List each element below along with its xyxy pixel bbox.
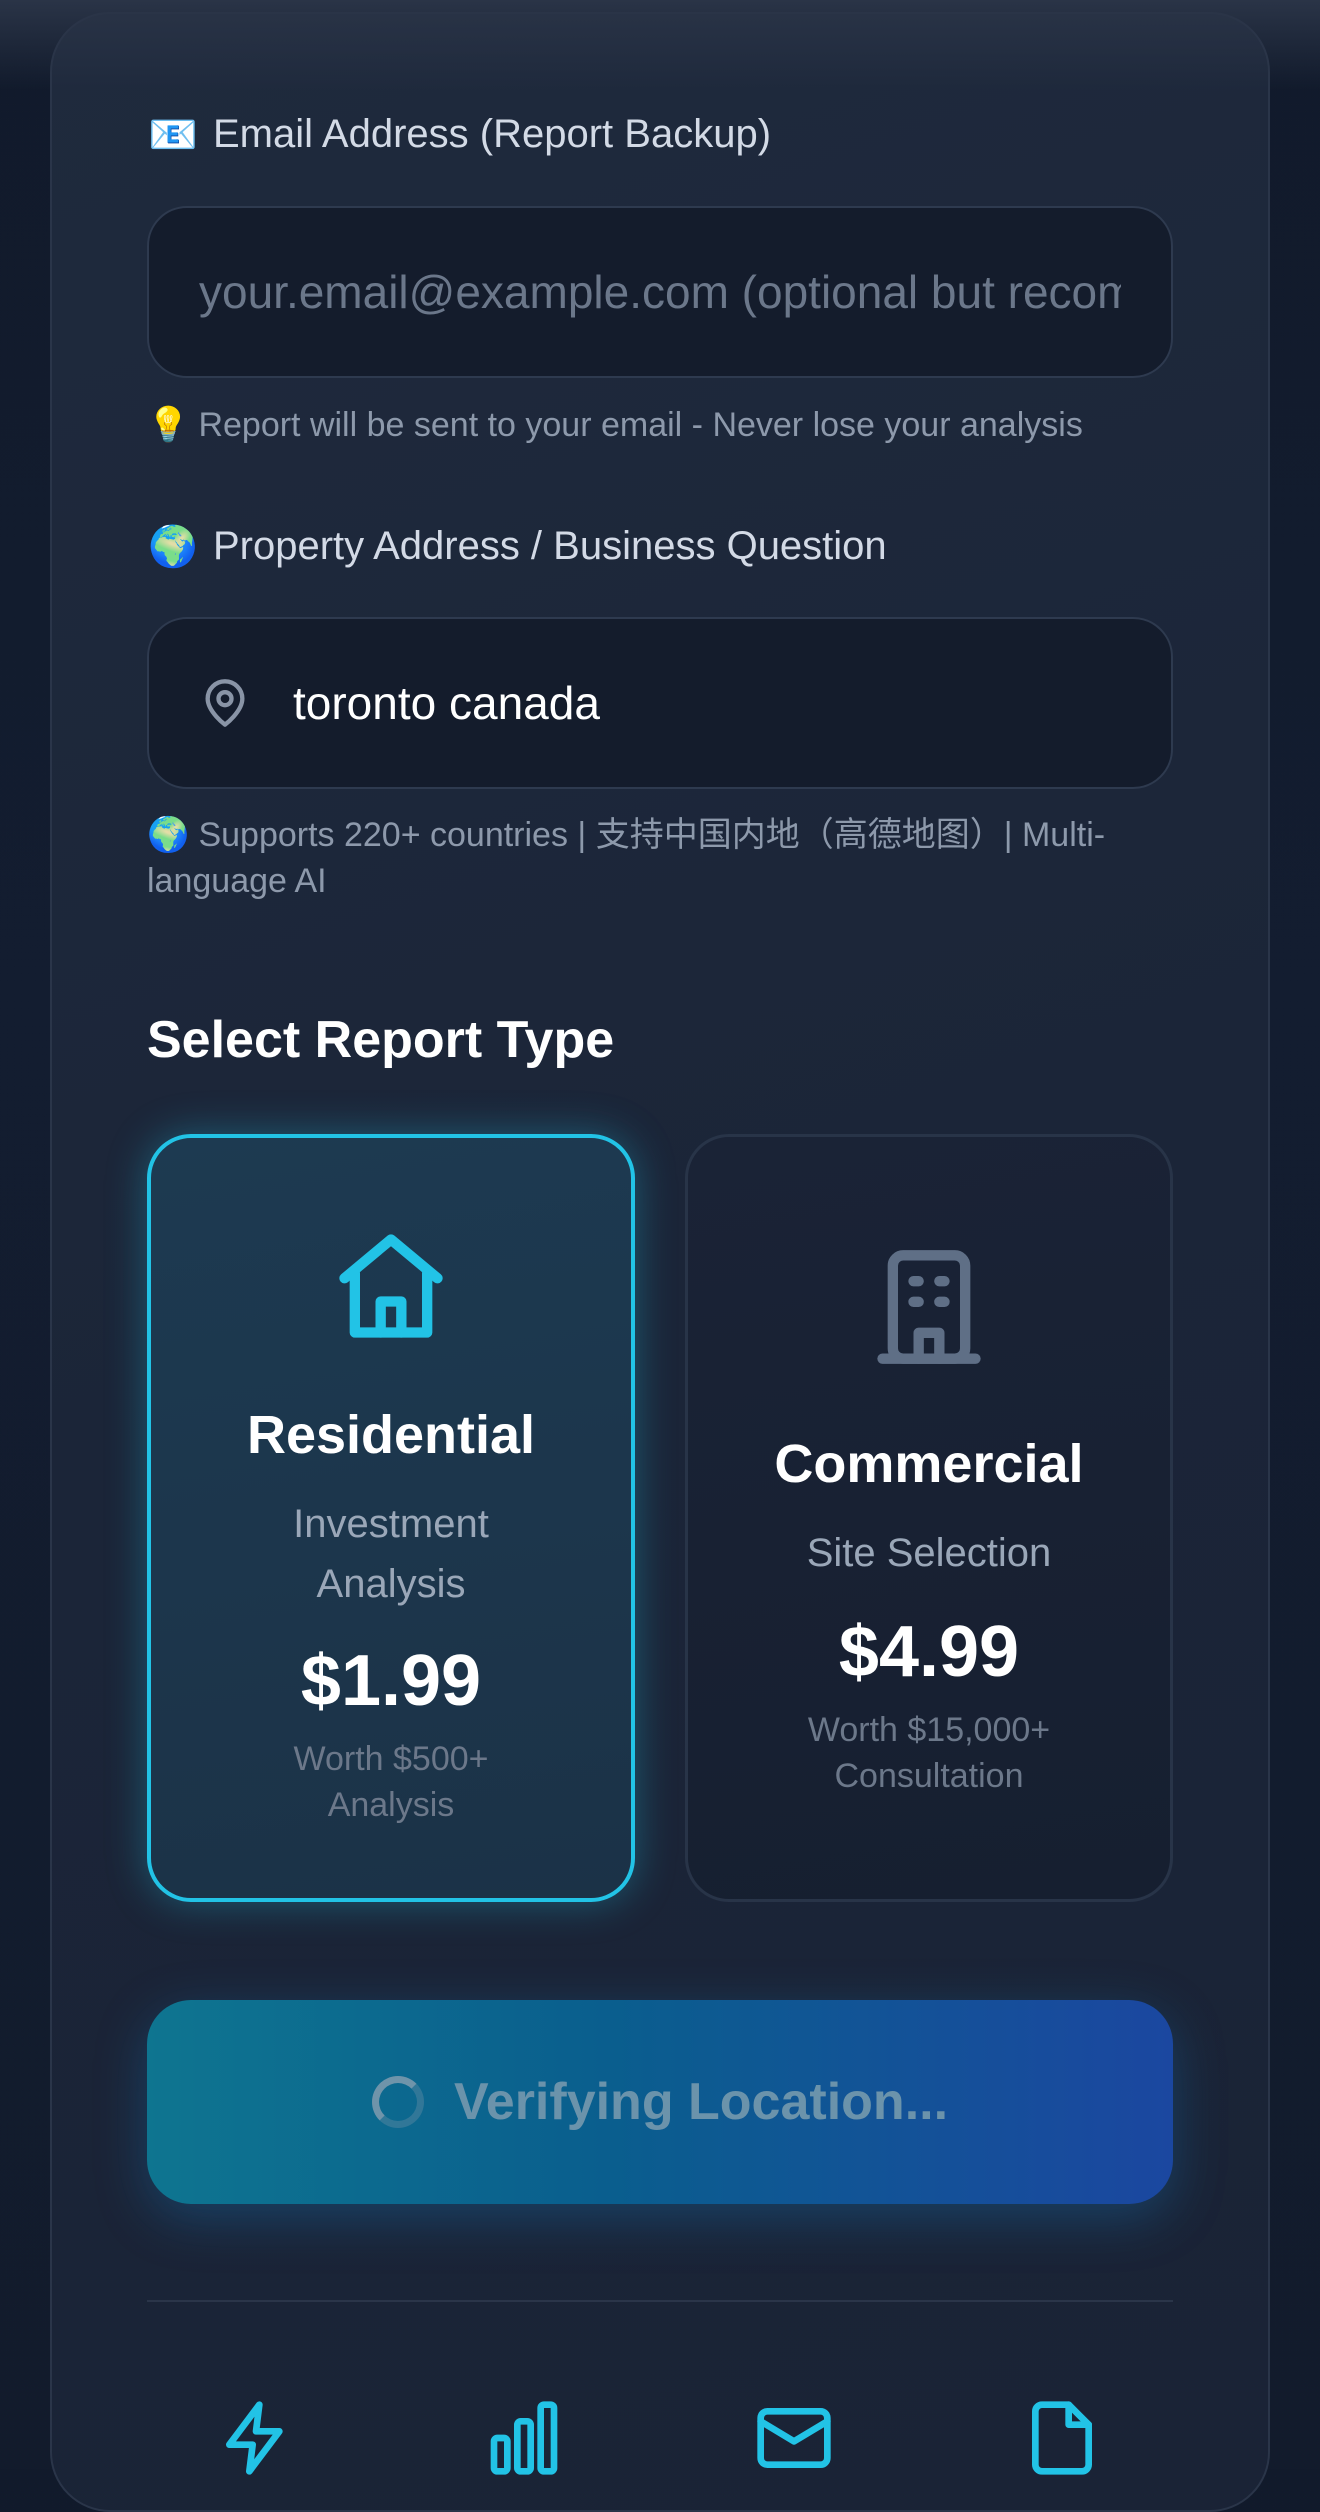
commercial-title: Commercial (774, 1434, 1084, 1494)
property-address-field[interactable] (147, 617, 1173, 789)
report-option-residential[interactable]: Residential Investment Analysis $1.99 Wo… (147, 1134, 635, 1902)
verify-location-button[interactable]: Verifying Location... (147, 2000, 1173, 2204)
globe-small-icon: 🌍 (147, 815, 190, 855)
email-label-text: Email Address (Report Backup) (213, 112, 772, 156)
verify-location-label: Verifying Location... (453, 2073, 949, 2131)
report-type-title: Select Report Type (147, 1011, 615, 1069)
house-icon (151, 1224, 631, 1353)
globe-icon: 🌍 (148, 523, 198, 570)
envelope-icon: 📧 (148, 111, 198, 158)
email-field[interactable] (147, 206, 1173, 378)
residential-subtitle: Investment Analysis (293, 1502, 489, 1606)
residential-worth: Worth $500+ Analysis (293, 1740, 489, 1824)
document-icon (1022, 2398, 1102, 2478)
lightning-icon (216, 2398, 296, 2478)
email-label: 📧 Email Address (Report Backup) (147, 112, 771, 157)
divider (147, 2300, 1173, 2302)
mail-icon (754, 2398, 834, 2478)
property-label: 🌍 Property Address / Business Question (147, 524, 887, 569)
residential-price: $1.99 (300, 1641, 482, 1721)
property-hint-text: Supports 220+ countries | 支持中国内地（高德地图）| … (147, 816, 1106, 900)
residential-title: Residential (246, 1405, 536, 1465)
property-hint: 🌍 Supports 220+ countries | 支持中国内地（高德地图）… (147, 812, 1173, 904)
email-input[interactable] (199, 208, 1121, 376)
bar-chart-icon (484, 2398, 564, 2478)
commercial-price: $4.99 (838, 1612, 1020, 1692)
property-address-input[interactable] (293, 619, 1121, 787)
report-option-commercial[interactable]: Commercial Site Selection $4.99 Worth $1… (685, 1134, 1173, 1902)
building-icon (688, 1245, 1170, 1374)
loading-spinner-icon (371, 2076, 424, 2128)
lightbulb-icon: 💡 (147, 405, 190, 445)
email-hint: 💡 Report will be sent to your email - Ne… (147, 402, 1173, 448)
property-label-text: Property Address / Business Question (213, 524, 887, 568)
commercial-subtitle: Site Selection (806, 1531, 1052, 1575)
email-hint-text: Report will be sent to your email - Neve… (198, 406, 1083, 444)
commercial-worth: Worth $15,000+ Consultation (807, 1711, 1051, 1795)
location-pin-icon (199, 677, 251, 729)
